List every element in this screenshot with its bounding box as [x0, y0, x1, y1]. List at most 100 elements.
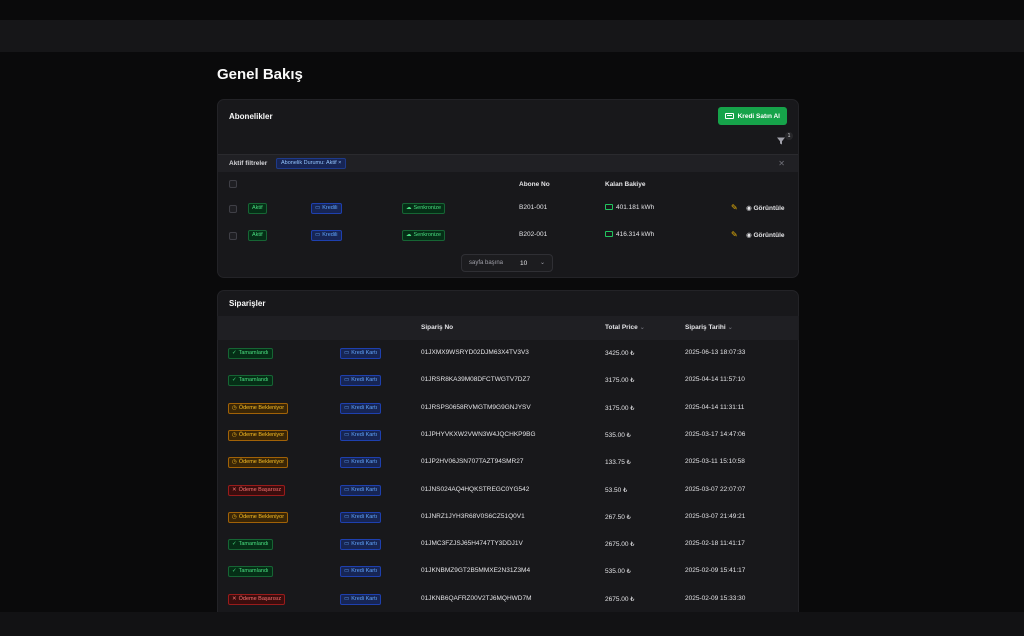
orders-title: Siparişler [229, 299, 266, 308]
order-status-label: Tamamlandı [238, 568, 269, 575]
payment-label: Kredi Kartı [351, 513, 378, 520]
col-order-date-label: Sipariş Tarihi [685, 324, 726, 331]
meter-icon [605, 204, 613, 210]
x-icon: ✕ [232, 595, 237, 602]
order-date: 2025-03-07 22:07:07 [685, 485, 746, 493]
row-checkbox[interactable] [229, 205, 237, 213]
order-price: 2675.00 ₺ [605, 541, 635, 549]
col-order-date[interactable]: Sipariş Tarihi ⌄ [685, 324, 733, 331]
view-link-label: Görüntüle [753, 205, 785, 212]
order-price: 3175.00 ₺ [605, 404, 635, 412]
credit-card-icon: ▭ [344, 404, 350, 411]
sync-badge: ☁ Senkronize [402, 230, 446, 241]
status-badge: Aktif [248, 203, 267, 214]
row-checkbox[interactable] [229, 232, 237, 240]
top-bar [0, 20, 1024, 52]
sync-badge-label: Senkronize [413, 205, 442, 211]
payment-label: Kredi Kartı [351, 404, 378, 411]
order-price: 53.50 ₺ [605, 486, 628, 494]
payment-label: Kredi Kartı [351, 595, 378, 602]
page-size-select[interactable]: sayfa başına 10 ⌄ [461, 254, 553, 272]
table-row: ✕ Ödeme Başarısız ▭ Kredi Kartı 01JKNB6QAFRZ… [217, 586, 799, 613]
order-date: 2025-06-13 18:07:33 [685, 349, 746, 356]
payment-badge: ▭ Kredi Kartı [340, 429, 382, 441]
payment-badge: ▭ Kredi Kartı [340, 348, 382, 359]
balance-cell: 416.314 kWh [605, 231, 654, 238]
table-row: ◷ Ödeme Bekleniyor ▭ Kredi Kartı 01JPHYVKXW2… [217, 422, 799, 449]
balance-value: 401.181 kWh [616, 204, 655, 211]
type-badge: ▭ Kredili [311, 230, 342, 241]
order-no: 01JKNB6QAFRZ00V2TJ6MQHWD7M [421, 594, 532, 602]
view-link[interactable]: ◉ Görüntüle [746, 231, 785, 239]
order-status-badge: ◷ Ödeme Bekleniyor [228, 429, 289, 441]
credit-card-icon: ▭ [344, 595, 350, 602]
order-status-label: Ödeme Başarısız [238, 595, 282, 602]
col-total-price-label: Total Price [605, 324, 638, 331]
order-status-badge: ✓ Tamamlandı [228, 375, 273, 387]
credit-card-icon: ▭ [344, 459, 350, 466]
order-status-label: Tamamlandı [238, 541, 269, 548]
order-no: 01JXMX9WSRYD02DJM63X4TV3V3 [421, 349, 529, 356]
buy-credit-button[interactable]: Kredi Satın Al [717, 107, 787, 125]
order-no: 01JNRZ1JYH3R68V0S6CZ51Q0V1 [421, 512, 525, 520]
payment-label: Kredi Kartı [351, 541, 378, 548]
cloud-icon: ☁ [406, 232, 412, 238]
view-link[interactable]: ◉ Görüntüle [746, 204, 785, 212]
wallet-icon: ▭ [315, 232, 321, 238]
edit-icon[interactable]: ✎ [731, 203, 738, 212]
order-status-badge: ◷ Ödeme Bekleniyor [228, 457, 289, 469]
order-no: 01JRSR8KA39M08DFCTWGTV7DZ7 [421, 376, 531, 384]
payment-badge: ▭ Kredi Kartı [340, 402, 382, 414]
filter-count-badge: 1 [785, 132, 793, 140]
order-price: 3425.00 ₺ [605, 350, 635, 357]
order-status-label: Ödeme Başarısız [238, 486, 282, 493]
active-filter-chip[interactable]: Abonelik Durumu: Aktif × [276, 158, 347, 169]
order-price: 535.00 ₺ [605, 431, 631, 439]
order-status-label: Tamamlandı [238, 350, 269, 356]
page-size-label: sayfa başına [469, 260, 504, 266]
credit-card-icon: ▭ [344, 377, 350, 384]
order-status-badge: ✓ Tamamlandı [228, 348, 273, 359]
order-no: 01JRSPS0658RVMGTM9G9GNJYSV [421, 403, 531, 411]
payment-badge: ▭ Kredi Kartı [340, 375, 382, 387]
order-status-badge: ✕ Ödeme Başarısız [228, 593, 286, 605]
payment-label: Kredi Kartı [351, 431, 378, 438]
order-date: 2025-02-09 15:33:30 [685, 594, 746, 602]
order-date: 2025-03-11 15:10:58 [685, 458, 745, 466]
sync-badge: ☁ Senkronize [402, 203, 446, 214]
cloud-icon: ☁ [406, 205, 412, 211]
active-filters-bar: Aktif filtreler Abonelik Durumu: Aktif ×… [218, 154, 798, 172]
order-status-badge: ◷ Ödeme Bekleniyor [228, 511, 289, 523]
payment-label: Kredi Kartı [351, 459, 378, 466]
subscriptions-title: Abonelikler [229, 112, 273, 121]
payment-badge: ▭ Kredi Kartı [340, 539, 382, 551]
order-no: 01JP2HV06JSN707TAZT94SMR27 [421, 458, 524, 466]
col-subscriber-no: Abone No [519, 181, 550, 188]
sync-badge-label: Senkronize [413, 232, 442, 238]
table-row: ◷ Ödeme Bekleniyor ▭ Kredi Kartı 01JNRZ1JYH3… [217, 504, 799, 531]
table-row: ✓ Tamamlandı ▭ Kredi Kartı 01JMC3FZJSJ65H474… [217, 531, 799, 558]
clock-icon: ◷ [232, 404, 237, 411]
payment-badge: ▭ Kredi Kartı [340, 511, 382, 523]
clear-filters-icon[interactable]: ✕ [778, 159, 785, 168]
credit-card-icon [724, 113, 734, 119]
orders-table-header: Sipariş No Total Price ⌄ Sipariş Tarihi ⌄ [217, 316, 799, 340]
payment-label: Kredi Kartı [351, 486, 378, 493]
wallet-icon: ▭ [315, 205, 321, 211]
edit-icon[interactable]: ✎ [731, 230, 738, 239]
select-all-checkbox[interactable] [229, 180, 237, 188]
col-total-price[interactable]: Total Price ⌄ [605, 324, 645, 331]
clock-icon: ◷ [232, 459, 237, 466]
order-status-label: Ödeme Bekleniyor [238, 459, 285, 466]
payment-label: Kredi Kartı [351, 568, 378, 575]
credit-card-icon: ▭ [344, 568, 350, 575]
chevron-down-icon: ⌄ [539, 260, 545, 266]
status-badge: Aktif [248, 230, 267, 241]
order-status-badge: ◷ Ödeme Bekleniyor [228, 402, 289, 414]
order-date: 2025-03-17 14:47:06 [685, 430, 746, 438]
type-badge-label: Kredili [322, 232, 338, 238]
order-date: 2025-03-07 21:49:21 [685, 512, 746, 520]
credit-card-icon: ▭ [344, 350, 350, 356]
page-title: Genel Bakış [217, 66, 303, 83]
x-icon: ✕ [232, 486, 237, 493]
